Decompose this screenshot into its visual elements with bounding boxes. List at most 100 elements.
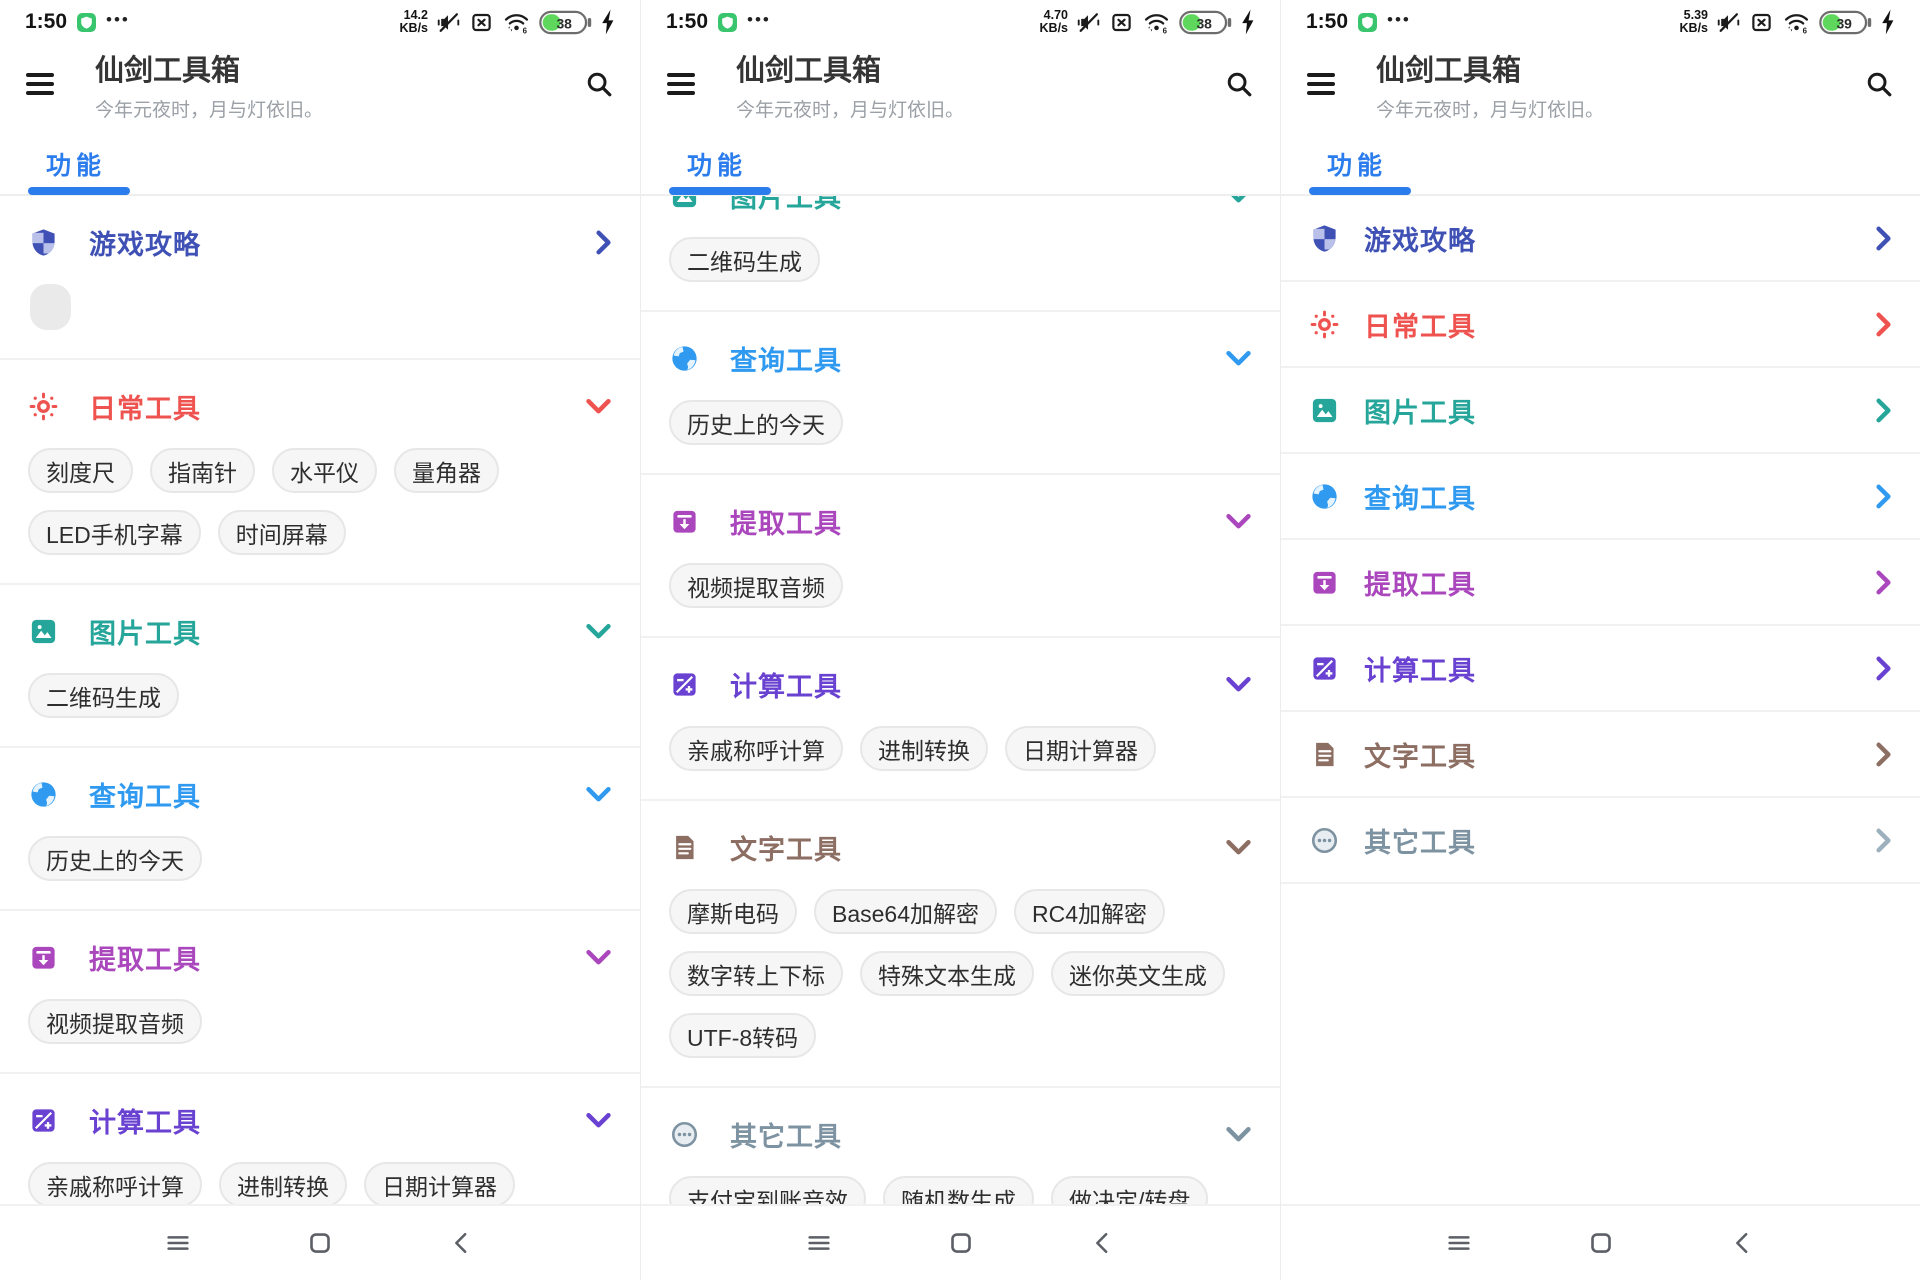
tool-chip[interactable]: 指南针 <box>150 448 255 493</box>
charging-bolt-icon <box>1240 9 1255 35</box>
app-bar: 仙剑工具箱今年元夜时，月与灯依旧。 <box>641 44 1280 124</box>
category-label: 图片工具 <box>1364 391 1476 430</box>
more-dots-icon <box>1309 825 1340 856</box>
tab-features[interactable]: 功能 <box>1327 146 1387 182</box>
category-row-extract[interactable]: 提取工具 <box>1281 540 1920 626</box>
section-header-calc[interactable]: 计算工具 <box>0 1104 640 1136</box>
category-row-game[interactable]: 游戏攻略 <box>1281 196 1920 282</box>
tool-chip[interactable]: 亲戚称呼计算 <box>28 1162 202 1204</box>
tool-chip[interactable]: 量角器 <box>394 448 499 493</box>
tool-chip[interactable]: 亲戚称呼计算 <box>669 726 843 771</box>
tool-chip[interactable]: 日期计算器 <box>364 1162 515 1204</box>
network-speed-unit: KB/s <box>1680 22 1708 35</box>
menu-button[interactable] <box>26 73 54 95</box>
section-header-query[interactable]: 查询工具 <box>641 342 1280 374</box>
nav-home-icon[interactable] <box>305 1228 335 1258</box>
section-header-query[interactable]: 查询工具 <box>0 778 640 810</box>
tool-chip[interactable]: 历史上的今天 <box>669 400 843 445</box>
section-header-extract[interactable]: 提取工具 <box>0 941 640 973</box>
tool-chip[interactable]: LED手机字幕 <box>28 510 201 555</box>
search-button[interactable] <box>1864 69 1894 99</box>
nav-recents-icon[interactable] <box>163 1228 193 1258</box>
section-header-daily[interactable]: 日常工具 <box>0 390 640 422</box>
category-label: 计算工具 <box>1364 649 1476 688</box>
tool-chip[interactable]: 进制转换 <box>860 726 988 771</box>
section-title: 提取工具 <box>89 938 201 977</box>
chip-list: 摩斯电码 Base64加解密 RC4加解密数字转上下标特殊文本生成迷你英文生成 UTF… <box>641 889 1280 1058</box>
section-extract: 提取工具 视频提取音频 <box>0 911 640 1074</box>
tool-chip[interactable]: 二维码生成 <box>669 237 820 282</box>
category-row-other[interactable]: 其它工具 <box>1281 798 1920 884</box>
tool-chip[interactable]: UTF-8转码 <box>669 1013 816 1058</box>
tool-chip[interactable]: 时间屏幕 <box>218 510 346 555</box>
section-header-text[interactable]: 文字工具 <box>641 831 1280 863</box>
network-speed: 4.70KB/s <box>1040 9 1068 35</box>
category-label: 日常工具 <box>1364 305 1476 344</box>
nav-back-icon[interactable] <box>1088 1228 1118 1258</box>
section-header-extract[interactable]: 提取工具 <box>641 505 1280 537</box>
tool-chip[interactable]: 视频提取音频 <box>28 999 202 1044</box>
category-row-image[interactable]: 图片工具 <box>1281 368 1920 454</box>
tool-chip[interactable]: 数字转上下标 <box>669 951 843 996</box>
tool-chip[interactable]: 视频提取音频 <box>669 563 843 608</box>
mute-icon <box>1716 10 1741 35</box>
category-row-daily[interactable]: 日常工具 <box>1281 282 1920 368</box>
section-calc: 计算工具 亲戚称呼计算进制转换日期计算器 <box>641 638 1280 801</box>
tab-features[interactable]: 功能 <box>687 146 747 182</box>
status-time: 1:50 <box>1306 10 1348 34</box>
status-time: 1:50 <box>666 10 708 34</box>
image-icon <box>669 196 700 211</box>
status-time: 1:50 <box>25 10 67 34</box>
tool-chip[interactable]: Base64加解密 <box>814 889 997 934</box>
chip-list: 亲戚称呼计算进制转换日期计算器 <box>0 1162 640 1204</box>
phone-panel: 1:50 •••5.39KB/s 6 39 仙剑工具箱今年元夜时，月与灯依旧。 … <box>1280 0 1920 1280</box>
chevron-down-icon <box>1225 196 1252 204</box>
tool-chip[interactable]: 做决定/转盘 <box>1051 1176 1208 1204</box>
tool-chip[interactable]: 二维码生成 <box>28 673 179 718</box>
section-header-calc[interactable]: 计算工具 <box>641 668 1280 700</box>
chevron-right-icon <box>1875 570 1892 595</box>
search-button[interactable] <box>584 69 614 99</box>
svg-text:39: 39 <box>1836 15 1852 31</box>
chevron-right-icon <box>1875 226 1892 251</box>
chevron-right-icon <box>1875 828 1892 853</box>
tool-chip[interactable]: 进制转换 <box>219 1162 347 1204</box>
menu-button[interactable] <box>1307 73 1335 95</box>
category-row-calc[interactable]: 计算工具 <box>1281 626 1920 712</box>
section-header-image[interactable]: 图片工具 <box>641 196 1280 211</box>
category-row-text[interactable]: 文字工具 <box>1281 712 1920 798</box>
tool-chip[interactable]: 历史上的今天 <box>28 836 202 881</box>
menu-button[interactable] <box>667 73 695 95</box>
section-title: 查询工具 <box>89 775 201 814</box>
tool-chip[interactable]: 刻度尺 <box>28 448 133 493</box>
category-row-query[interactable]: 查询工具 <box>1281 454 1920 540</box>
nav-home-icon[interactable] <box>1586 1228 1616 1258</box>
tool-chip[interactable]: RC4加解密 <box>1014 889 1165 934</box>
tool-chip[interactable]: 随机数生成 <box>883 1176 1034 1204</box>
nav-home-icon[interactable] <box>946 1228 976 1258</box>
nav-recents-icon[interactable] <box>1444 1228 1474 1258</box>
section-header-other[interactable]: 其它工具 <box>641 1118 1280 1150</box>
tool-chip[interactable]: 支付宝到账音效 <box>669 1176 866 1204</box>
tool-chip[interactable]: 特殊文本生成 <box>860 951 1034 996</box>
nav-recents-icon[interactable] <box>804 1228 834 1258</box>
nav-back-icon[interactable] <box>447 1228 477 1258</box>
tab-features[interactable]: 功能 <box>46 146 106 182</box>
search-button[interactable] <box>1224 69 1254 99</box>
wifi-icon: 6 <box>502 10 531 35</box>
tool-chip[interactable]: 水平仪 <box>272 448 377 493</box>
chevron-down-icon <box>585 1112 612 1129</box>
tool-chip[interactable]: 日期计算器 <box>1005 726 1156 771</box>
section-extract: 提取工具 视频提取音频 <box>641 475 1280 638</box>
nav-back-icon[interactable] <box>1728 1228 1758 1258</box>
tool-chip[interactable]: 摩斯电码 <box>669 889 797 934</box>
chip-list: 二维码生成 <box>0 673 640 718</box>
sun-icon <box>28 391 59 422</box>
tab-bar: 功能 <box>0 124 640 196</box>
section-header-game[interactable]: 游戏攻略 <box>0 226 640 258</box>
tool-chip[interactable]: 迷你英文生成 <box>1051 951 1225 996</box>
section-title: 查询工具 <box>730 339 842 378</box>
app-badge-icon <box>1358 13 1377 32</box>
section-header-image[interactable]: 图片工具 <box>0 615 640 647</box>
phone-panel: 1:50 •••14.2KB/s 6 38 仙剑工具箱今年元夜时，月与灯依旧。 … <box>0 0 640 1280</box>
